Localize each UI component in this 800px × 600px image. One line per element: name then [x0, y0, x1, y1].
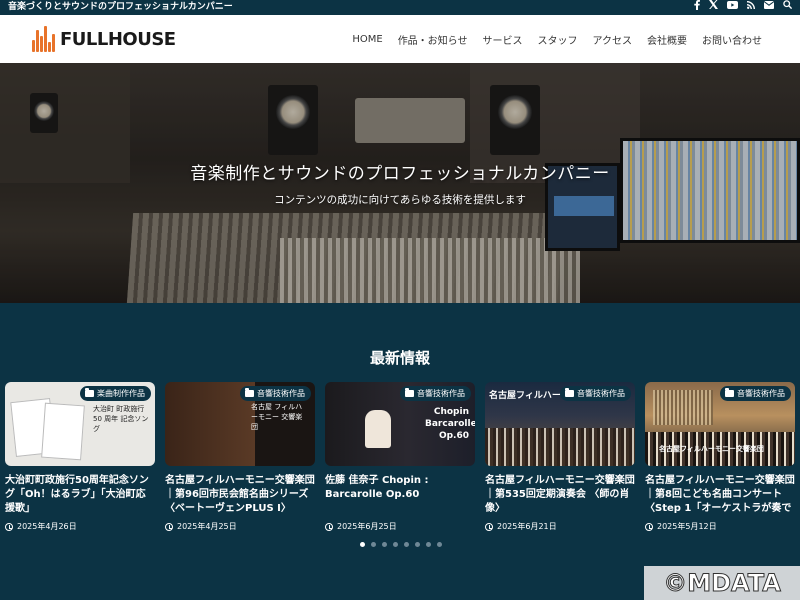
carousel-dot[interactable]: [382, 542, 387, 547]
clock-icon: [485, 522, 493, 531]
category-badge[interactable]: 音響技術作品: [400, 386, 471, 401]
news-thumbnail[interactable]: 名古屋フィルハーモニー交響楽団 音響技術作品: [645, 382, 795, 466]
news-date: 2025年5月12日: [645, 521, 795, 532]
news-title[interactable]: 名古屋フィルハーモニー交響楽団｜第8回こども名曲コンサート〈Step 1「オーケ…: [645, 474, 795, 516]
news-title[interactable]: 佐藤 佳奈子 Chopin : Barcarolle Op.60: [325, 474, 475, 516]
folder-icon: [245, 388, 254, 397]
site-header: FULLHOUSE HOME 作品・お知らせ サービス スタッフ アクセス 会社…: [0, 15, 800, 63]
watermark: ©MDATA: [644, 566, 800, 600]
x-icon[interactable]: [709, 0, 718, 15]
carousel-dot[interactable]: [437, 542, 442, 547]
news-carousel: 大治町 町政施行 50 周年 記念ソング 楽曲制作作品 大治町町政施行50周年記…: [5, 382, 800, 532]
news-title[interactable]: 名古屋フィルハーモニー交響楽団｜第535回定期演奏会 〈師の肖像〉: [485, 474, 635, 516]
social-links: [694, 0, 793, 16]
news-card[interactable]: 大治町 町政施行 50 周年 記念ソング 楽曲制作作品 大治町町政施行50周年記…: [5, 382, 155, 532]
orchestra-photo: [485, 428, 635, 466]
nav-access[interactable]: アクセス: [593, 32, 633, 47]
youtube-icon[interactable]: [727, 0, 738, 15]
clock-icon: [645, 522, 653, 531]
folder-icon: [85, 388, 94, 397]
carousel-dot[interactable]: [371, 542, 376, 547]
news-thumbnail[interactable]: 名古屋 フィルハーモニー 交響楽団 音響技術作品: [165, 382, 315, 466]
news-thumbnail[interactable]: Chopin Barcarolle Op.60 音響技術作品: [325, 382, 475, 466]
thumbnail-caption: Chopin Barcarolle Op.60: [425, 407, 475, 441]
logo-text: FULLHOUSE: [60, 28, 176, 50]
carousel-dot[interactable]: [404, 542, 409, 547]
facebook-icon[interactable]: [694, 0, 700, 16]
category-badge[interactable]: 音響技術作品: [240, 386, 311, 401]
nav-works-news[interactable]: 作品・お知らせ: [398, 32, 468, 47]
news-date: 2025年4月26日: [5, 521, 155, 532]
thumbnail-caption: 名古屋 フィルハーモニー 交響楽団: [251, 403, 303, 431]
nav-services[interactable]: サービス: [483, 32, 523, 47]
pianist-photo: [365, 410, 391, 448]
category-badge[interactable]: 楽曲制作作品: [80, 386, 151, 401]
news-date: 2025年6月21日: [485, 521, 635, 532]
carousel-dot[interactable]: [426, 542, 431, 547]
carousel-pagination: [360, 542, 442, 547]
news-title[interactable]: 大治町町政施行50周年記念ソング「Oh！はるラブ」「大治町応援歌」: [5, 474, 155, 516]
hero-subtitle: コンテンツの成功に向けてあらゆる技術を提供します: [274, 194, 526, 206]
search-icon[interactable]: [783, 0, 793, 15]
news-card[interactable]: 名古屋 フィルハーモニー 交響楽団 音響技術作品 名古屋フィルハーモニー交響楽団…: [165, 382, 315, 532]
site-logo[interactable]: FULLHOUSE: [32, 25, 176, 53]
clock-icon: [165, 522, 173, 531]
clock-icon: [325, 522, 333, 531]
carousel-dot[interactable]: [415, 542, 420, 547]
thumbnail-caption: 名古屋フィルハーモニー交響楽団: [659, 445, 764, 453]
news-card[interactable]: 名古屋フィルハーモニー交響楽団 音響技術作品 名古屋フィルハーモニー交響楽団｜第…: [485, 382, 635, 532]
thumbnail-caption: 大治町 町政施行 50 周年 記念ソング: [93, 405, 149, 433]
carousel-dot[interactable]: [360, 542, 365, 547]
news-thumbnail[interactable]: 名古屋フィルハーモニー交響楽団 音響技術作品: [485, 382, 635, 466]
nav-company[interactable]: 会社概要: [647, 32, 687, 47]
clock-icon: [5, 522, 13, 531]
top-bar: 音楽づくりとサウンドのプロフェッショナルカンパニー: [0, 0, 800, 15]
folder-icon: [565, 388, 574, 397]
news-card[interactable]: 名古屋フィルハーモニー交響楽団 音響技術作品 名古屋フィルハーモニー交響楽団｜第…: [645, 382, 795, 532]
folder-icon: [725, 388, 734, 397]
news-date: 2025年4月25日: [165, 521, 315, 532]
main-nav: HOME 作品・お知らせ サービス スタッフ アクセス 会社概要 お問い合わせ: [352, 15, 762, 63]
news-thumbnail[interactable]: 大治町 町政施行 50 周年 記念ソング 楽曲制作作品: [5, 382, 155, 466]
site-tagline: 音楽づくりとサウンドのプロフェッショナルカンパニー: [8, 2, 233, 12]
logo-waveform-icon: [32, 26, 56, 52]
nav-staff[interactable]: スタッフ: [538, 32, 578, 47]
category-badge[interactable]: 音響技術作品: [560, 386, 631, 401]
thumbnail-caption: 名古屋フィルハーモニー交響楽団: [489, 391, 569, 401]
nav-contact[interactable]: お問い合わせ: [702, 32, 762, 47]
carousel-dot[interactable]: [393, 542, 398, 547]
mail-icon[interactable]: [763, 0, 775, 15]
news-card[interactable]: Chopin Barcarolle Op.60 音響技術作品 佐藤 佳奈子 Ch…: [325, 382, 475, 532]
folder-icon: [405, 388, 414, 397]
news-date: 2025年6月25日: [325, 521, 475, 532]
hero-banner: 音楽制作とサウンドのプロフェッショナルカンパニー コンテンツの成功に向けてあらゆ…: [0, 63, 800, 303]
hero-title: 音楽制作とサウンドのプロフェッショナルカンパニー: [190, 164, 610, 184]
nav-home[interactable]: HOME: [352, 34, 382, 45]
rss-icon[interactable]: [747, 0, 755, 15]
news-title[interactable]: 名古屋フィルハーモニー交響楽団｜第96回市民会館名曲シリーズ〈ベートーヴェンPL…: [165, 474, 315, 516]
news-heading: 最新情報: [369, 349, 430, 367]
category-badge[interactable]: 音響技術作品: [720, 386, 791, 401]
